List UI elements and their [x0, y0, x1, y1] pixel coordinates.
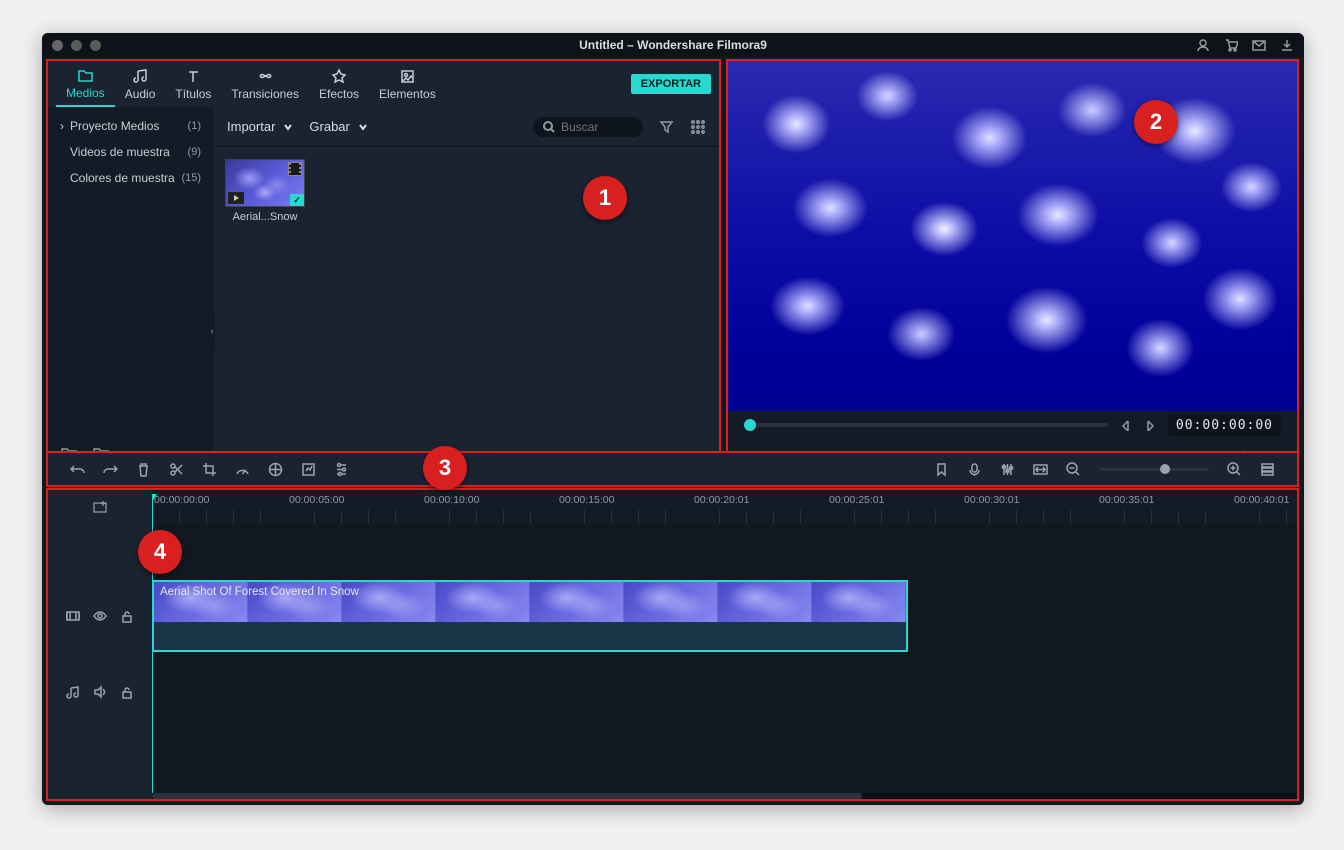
titlebar: Untitled – Wondershare Filmora9: [42, 33, 1304, 57]
audio-track-head: [48, 654, 152, 730]
mark-out-icon[interactable]: [1144, 419, 1156, 431]
clip-label: Aerial Shot Of Forest Covered In Snow: [160, 586, 359, 598]
thumbnail-label: Aerial...Snow: [225, 211, 305, 223]
zoom-slider[interactable]: [1099, 468, 1209, 471]
video-track-head: [48, 578, 152, 654]
grid-view-icon[interactable]: [690, 119, 705, 134]
effects-icon: [331, 68, 348, 85]
visibility-toggle[interactable]: [93, 609, 107, 623]
tab-elementos[interactable]: Elementos: [369, 61, 446, 107]
video-track-row[interactable]: Aerial Shot Of Forest Covered In Snow: [152, 578, 1297, 654]
redo-button[interactable]: [103, 462, 118, 477]
import-dropdown[interactable]: Importar: [227, 119, 293, 134]
sidebar-item-videos[interactable]: Videos de muestra(9): [48, 139, 213, 165]
speed-button[interactable]: [235, 462, 250, 477]
track-display-button[interactable]: [1260, 462, 1275, 477]
app-window: Untitled – Wondershare Filmora9 Medios A…: [42, 33, 1304, 805]
lock-toggle[interactable]: [120, 609, 134, 623]
annotation-region-4: 00:00:00:0000:00:05:0000:00:10:0000:00:1…: [46, 488, 1299, 801]
lock-toggle[interactable]: [120, 685, 134, 699]
video-track-icon: [66, 609, 80, 623]
adjust-button[interactable]: [334, 462, 349, 477]
timeline-scrollbar[interactable]: [152, 793, 1297, 799]
delete-button[interactable]: [136, 462, 151, 477]
filter-icon[interactable]: [659, 119, 674, 134]
window-title: Untitled – Wondershare Filmora9: [42, 38, 1304, 52]
zoom-in-button[interactable]: [1227, 462, 1242, 477]
zoom-out-button[interactable]: [1066, 462, 1081, 477]
text-icon: [185, 68, 202, 85]
mixer-button[interactable]: [1000, 462, 1015, 477]
mark-in-icon[interactable]: [1120, 419, 1132, 431]
fit-button[interactable]: [1033, 462, 1048, 477]
export-button[interactable]: EXPORTAR: [631, 74, 711, 94]
preview-canvas[interactable]: [728, 61, 1297, 411]
chevron-down-icon: [283, 122, 293, 132]
annotation-region-3: [46, 451, 1299, 487]
chevron-down-icon: [358, 122, 368, 132]
voiceover-button[interactable]: [967, 462, 982, 477]
mail-icon[interactable]: [1252, 38, 1266, 52]
tab-titulos[interactable]: Títulos: [165, 61, 221, 107]
annotation-badge-2: 2: [1134, 100, 1178, 144]
tab-audio[interactable]: Audio: [115, 61, 166, 107]
color-button[interactable]: [268, 462, 283, 477]
cart-icon[interactable]: [1224, 38, 1238, 52]
undo-button[interactable]: [70, 462, 85, 477]
main-tabs: Medios Audio Títulos Transiciones Efecto…: [48, 61, 719, 107]
tab-medios[interactable]: Medios: [56, 61, 115, 107]
used-check-icon: ✓: [290, 194, 304, 206]
sidebar-item-colores[interactable]: Colores de muestra(15): [48, 165, 213, 191]
tab-efectos[interactable]: Efectos: [309, 61, 369, 107]
mute-toggle[interactable]: [93, 685, 107, 699]
audio-track-row[interactable]: [152, 654, 1297, 714]
user-icon[interactable]: [1196, 38, 1210, 52]
timeline-ruler[interactable]: 00:00:00:0000:00:05:0000:00:10:0000:00:1…: [152, 490, 1297, 524]
search-icon: [543, 121, 555, 133]
sidebar-collapse-handle[interactable]: [209, 311, 215, 351]
sidebar-item-proyecto[interactable]: ›Proyecto Medios(1): [48, 113, 213, 139]
folder-icon: [77, 67, 94, 84]
track-row-blank[interactable]: [152, 524, 1297, 578]
media-thumbnail[interactable]: ✓ Aerial...Snow: [225, 159, 305, 223]
annotation-badge-1: 1: [583, 176, 627, 220]
search-input[interactable]: [561, 120, 631, 134]
crop-button[interactable]: [202, 462, 217, 477]
video-type-badge-icon: [288, 162, 302, 176]
add-track-icon[interactable]: [92, 499, 108, 515]
transitions-icon: [257, 68, 274, 85]
annotation-badge-4: 4: [138, 530, 182, 574]
green-screen-button[interactable]: [301, 462, 316, 477]
media-toolbar: Importar Grabar: [213, 107, 719, 147]
annotation-badge-3: 3: [423, 446, 467, 490]
split-button[interactable]: [169, 462, 184, 477]
tab-transiciones[interactable]: Transiciones: [221, 61, 309, 107]
timeline-clip[interactable]: Aerial Shot Of Forest Covered In Snow: [152, 580, 908, 652]
preview-scrubber[interactable]: [744, 423, 1108, 427]
annotation-region-2: 00:00:00:00: [726, 59, 1299, 477]
record-dropdown[interactable]: Grabar: [309, 119, 367, 134]
elements-icon: [399, 68, 416, 85]
download-icon[interactable]: [1280, 38, 1294, 52]
preview-timecode: 00:00:00:00: [1168, 415, 1281, 436]
annotation-region-1: Medios Audio Títulos Transiciones Efecto…: [46, 59, 721, 477]
audio-track-icon: [66, 685, 80, 699]
media-sidebar: ›Proyecto Medios(1) Videos de muestra(9)…: [48, 107, 213, 475]
search-box[interactable]: [533, 117, 643, 137]
play-badge-icon: [228, 192, 244, 204]
marker-button[interactable]: [934, 462, 949, 477]
music-icon: [132, 68, 149, 85]
